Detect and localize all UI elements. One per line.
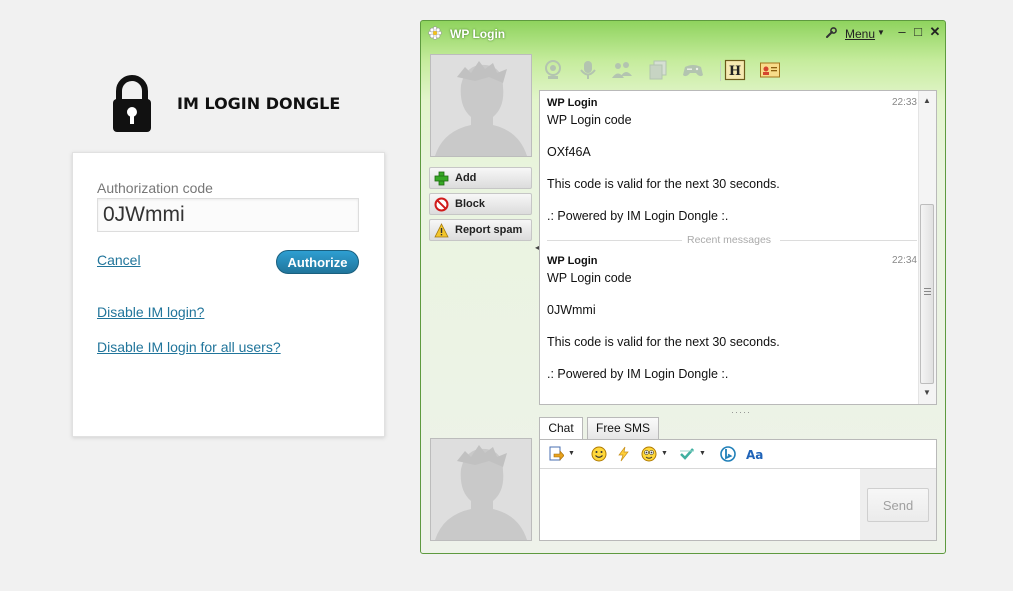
chevron-down-icon[interactable]: ▼ bbox=[661, 450, 668, 457]
message-line: .: Powered by IM Login Dongle :. bbox=[547, 209, 729, 223]
message-time: 22:34 bbox=[891, 255, 917, 266]
vertical-scrollbar[interactable]: ▲ ▼ bbox=[918, 91, 936, 404]
message-history[interactable]: WP Login 22:33 WP Login code OXf46A This… bbox=[539, 90, 937, 405]
splitter-handle[interactable]: ····· bbox=[731, 407, 751, 417]
authorization-code-input[interactable] bbox=[97, 198, 359, 232]
wink-icon[interactable] bbox=[641, 446, 657, 462]
message-time: 22:33 bbox=[891, 97, 917, 108]
report-spam-button[interactable]: Report spam bbox=[429, 219, 532, 241]
toolbar-separator bbox=[720, 61, 721, 81]
smiley-icon[interactable] bbox=[591, 446, 607, 462]
title-bar[interactable]: WP Login Menu ▼ – □ ✕ bbox=[421, 21, 945, 45]
wrench-icon[interactable] bbox=[825, 27, 837, 39]
send-button[interactable]: Send bbox=[867, 488, 929, 522]
menu-button[interactable]: Menu bbox=[845, 27, 875, 41]
checkmark-icon[interactable] bbox=[679, 446, 695, 462]
tab-free-sms[interactable]: Free SMS bbox=[587, 417, 659, 439]
minimize-icon[interactable]: – bbox=[895, 24, 909, 40]
message-input[interactable] bbox=[540, 469, 860, 540]
separator-rule bbox=[780, 240, 917, 241]
disable-im-login-all-users-link[interactable]: Disable IM login for all users? bbox=[97, 339, 281, 355]
report-spam-label: Report spam bbox=[455, 224, 523, 236]
authorization-code-label: Authorization code bbox=[97, 180, 213, 196]
chevron-down-icon[interactable]: ▼ bbox=[699, 450, 706, 457]
group-chat-icon[interactable] bbox=[611, 59, 633, 81]
person-silhouette-icon bbox=[435, 61, 527, 156]
scroll-thumb[interactable] bbox=[920, 204, 934, 384]
block-icon bbox=[434, 197, 449, 212]
tab-chat[interactable]: Chat bbox=[539, 417, 583, 440]
message-item: WP Login 22:34 WP Login code 0JWmmi This… bbox=[547, 255, 917, 385]
login-form: Authorization code Cancel Authorize Disa… bbox=[72, 152, 385, 437]
brand-title: IM LOGIN DONGLE bbox=[177, 94, 341, 113]
microphone-icon[interactable] bbox=[577, 59, 599, 81]
grip-icon bbox=[924, 288, 931, 295]
gamepad-icon[interactable] bbox=[682, 59, 704, 81]
warning-icon bbox=[434, 223, 449, 238]
send-pane: Send bbox=[860, 469, 936, 540]
message-line: This code is valid for the next 30 secon… bbox=[547, 335, 780, 349]
copy-icon[interactable] bbox=[647, 59, 669, 81]
message-line: 0JWmmi bbox=[547, 303, 596, 317]
block-label: Block bbox=[455, 198, 485, 210]
disable-im-login-link[interactable]: Disable IM login? bbox=[97, 304, 204, 320]
webcam-icon[interactable] bbox=[542, 59, 564, 81]
message-line: OXf46A bbox=[547, 145, 591, 159]
message-item: WP Login 22:33 WP Login code OXf46A This… bbox=[547, 97, 917, 227]
message-sender: WP Login bbox=[547, 255, 598, 267]
person-silhouette-icon bbox=[435, 445, 527, 540]
message-line: This code is valid for the next 30 secon… bbox=[547, 177, 780, 191]
flower-logo-icon bbox=[428, 26, 442, 40]
message-line: .: Powered by IM Login Dongle :. bbox=[547, 367, 729, 381]
separator-rule bbox=[547, 240, 682, 241]
scroll-up-icon[interactable]: ▲ bbox=[923, 96, 931, 105]
bing-icon[interactable] bbox=[720, 446, 736, 462]
add-contact-button[interactable]: Add bbox=[429, 167, 532, 189]
block-contact-button[interactable]: Block bbox=[429, 193, 532, 215]
font-icon-glyph: Aa bbox=[746, 448, 763, 462]
padlock-icon bbox=[113, 75, 151, 132]
cancel-link[interactable]: Cancel bbox=[97, 252, 141, 268]
history-icon-glyph: H bbox=[729, 64, 741, 79]
send-file-icon[interactable] bbox=[548, 446, 564, 462]
flash-icon[interactable] bbox=[616, 446, 632, 462]
chevron-down-icon[interactable]: ▼ bbox=[568, 450, 575, 457]
history-icon[interactable]: H bbox=[724, 59, 746, 81]
chat-window: WP Login Menu ▼ – □ ✕ Add Block Report s… bbox=[420, 20, 946, 554]
font-icon[interactable]: Aa bbox=[745, 446, 765, 462]
compose-toolbar: ▼ ▼ ▼ Aa bbox=[540, 440, 936, 469]
message-line: WP Login code bbox=[547, 113, 632, 127]
compose-panel: ▼ ▼ ▼ Aa Send bbox=[539, 439, 937, 541]
recent-messages-label: Recent messages bbox=[687, 234, 772, 246]
plus-icon bbox=[434, 171, 449, 186]
chevron-down-icon[interactable]: ▼ bbox=[877, 28, 885, 37]
add-label: Add bbox=[455, 172, 477, 184]
contact-card-icon[interactable] bbox=[759, 59, 781, 81]
message-line: WP Login code bbox=[547, 271, 632, 285]
window-title: WP Login bbox=[450, 27, 506, 41]
recent-messages-separator: Recent messages bbox=[547, 234, 917, 246]
authorize-button[interactable]: Authorize bbox=[276, 250, 359, 274]
message-sender: WP Login bbox=[547, 97, 598, 109]
maximize-icon[interactable]: □ bbox=[911, 24, 925, 40]
own-avatar[interactable] bbox=[430, 438, 532, 541]
contact-avatar[interactable] bbox=[430, 54, 532, 157]
scroll-down-icon[interactable]: ▼ bbox=[923, 388, 931, 397]
close-icon[interactable]: ✕ bbox=[928, 24, 942, 40]
